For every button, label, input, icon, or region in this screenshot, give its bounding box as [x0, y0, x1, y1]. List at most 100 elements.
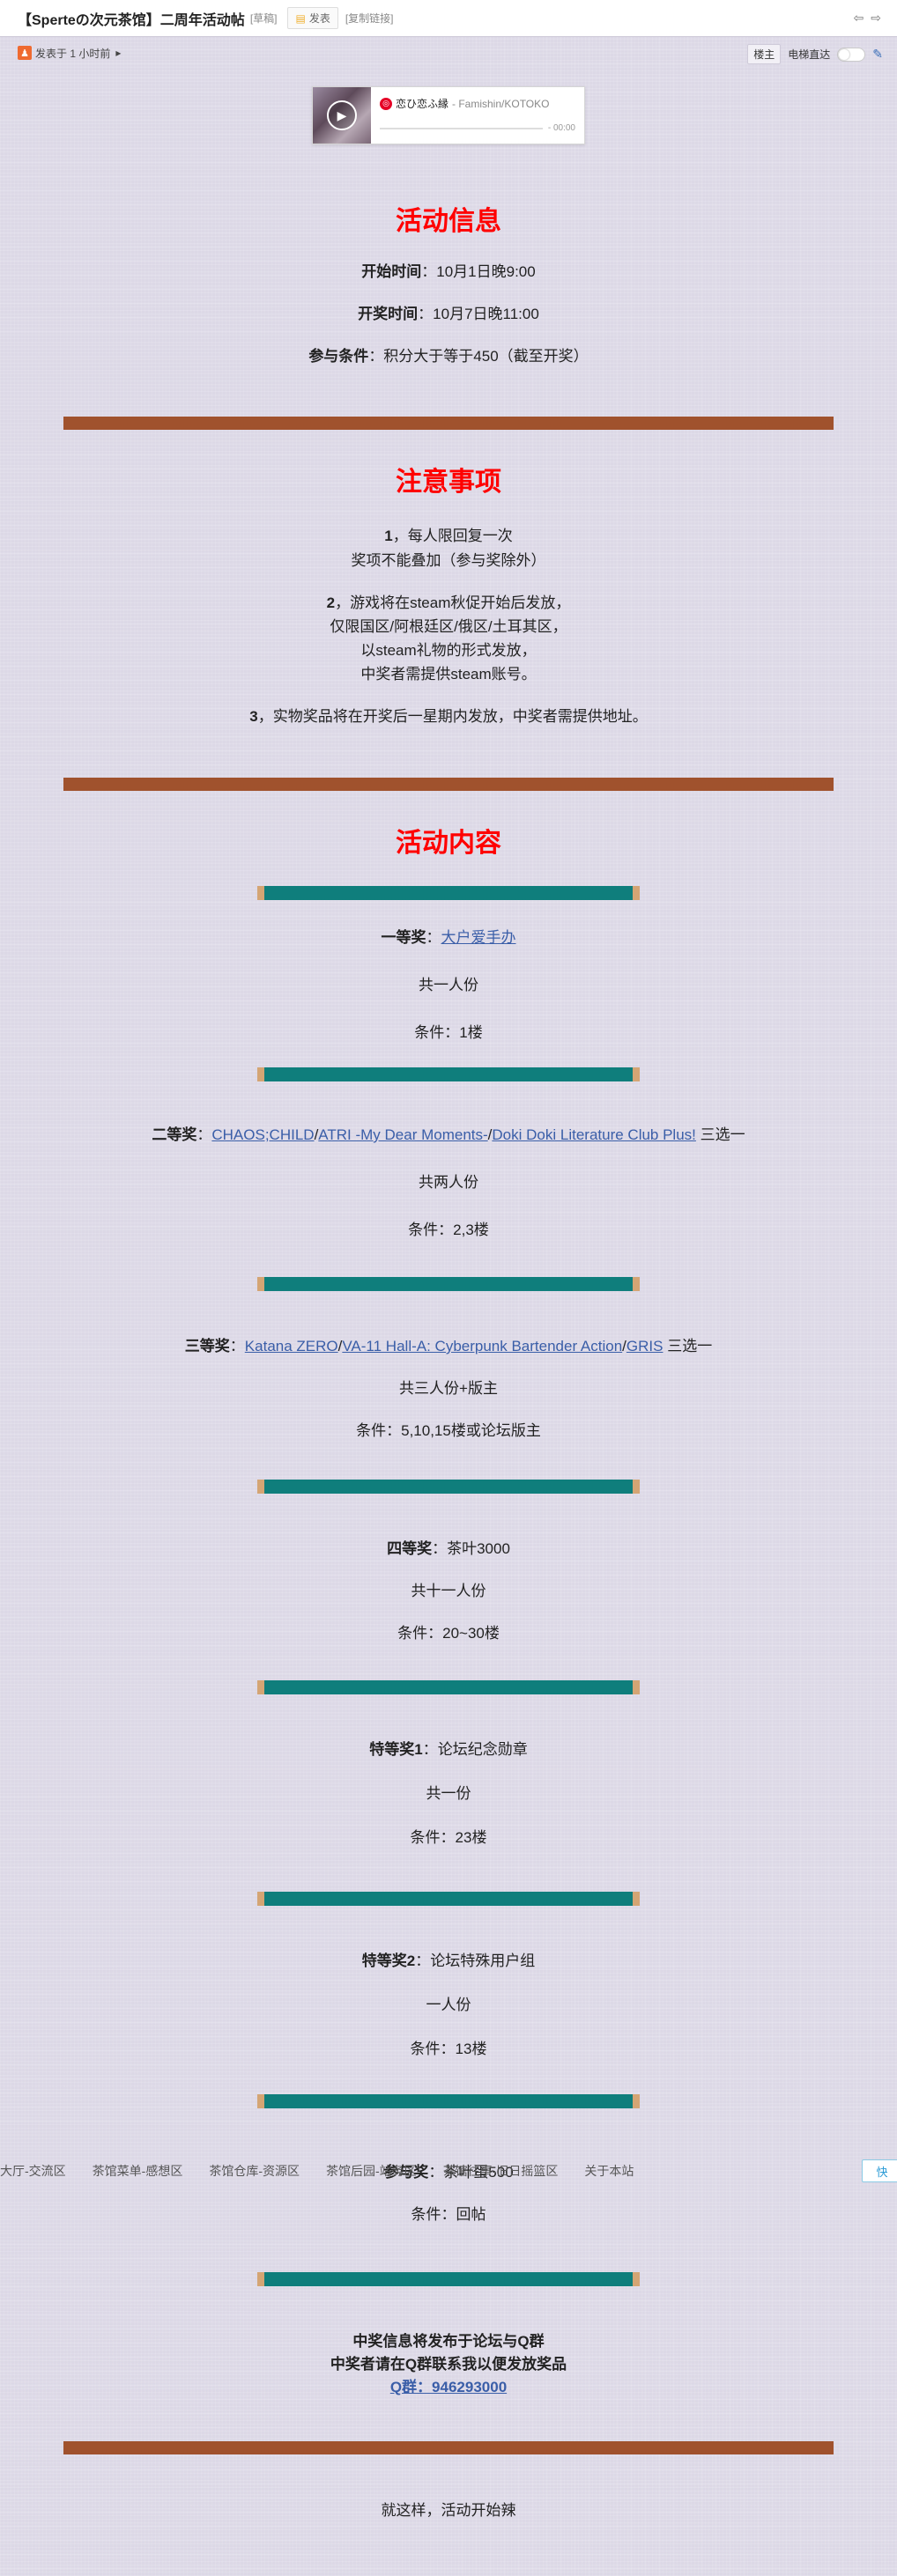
prize-3-cond: 条件：5,10,15楼或论坛版主 [356, 1422, 541, 1439]
closing-line: 就这样，活动开始辣 [381, 2502, 516, 2519]
start-label: 开始时间 [361, 263, 422, 280]
special-2-label: 特等奖2 [361, 1952, 416, 1969]
elevator-input[interactable] [837, 47, 866, 62]
prize-2-line: 二等奖：CHAOS;CHILD/ATRI -My Dear Moments-/D… [0, 1122, 897, 1144]
prize-1-count: 共一人份 [419, 977, 478, 993]
prize-3-line: 三等奖：Katana ZERO/VA-11 Hall-A: Cyberpunk … [0, 1333, 897, 1355]
prize-divider [257, 1892, 640, 1906]
condition-label: 参与条件 [308, 348, 369, 365]
prize-2-link-3[interactable]: Doki Doki Literature Club Plus! [492, 1126, 695, 1143]
special-1-value: 论坛纪念勋章 [437, 1741, 528, 1758]
draw-value: ：10月7日晚11:00 [418, 306, 539, 322]
prize-2-tail: 三选一 [695, 1126, 745, 1143]
prize-4-count: 共十一人份 [411, 1583, 486, 1599]
prize-3-link-2[interactable]: VA-11 Hall-A: Cyberpunk Bartender Action [342, 1338, 622, 1354]
section-divider [63, 778, 834, 791]
wrench-icon[interactable]: ✎ [872, 47, 883, 62]
special-2-value: 论坛特殊用户组 [430, 1952, 536, 1969]
special-1-sep: ： [422, 1741, 438, 1758]
chevron-right-icon[interactable]: ▸ [115, 47, 121, 59]
note-1b: 奖项不能叠加（参与奖除外） [351, 552, 546, 569]
note-2d: 中奖者需提供steam账号。 [360, 666, 537, 683]
prev-thread-icon[interactable]: ⇦ [854, 11, 864, 26]
prize-4-line: 四等奖：茶叶3000 [0, 1536, 897, 1558]
prize-divider [257, 1680, 640, 1694]
prize-divider [257, 886, 640, 900]
section-title-info: 活动信息 [396, 207, 501, 236]
reply-icon: ▤ [295, 11, 306, 25]
thread-nav: ⇦ ⇨ [854, 11, 881, 26]
post-time: 发表于 1 小时前 [35, 47, 111, 60]
prize-divider [257, 2094, 640, 2108]
qq-group-link[interactable]: Q群：946293000 [390, 2379, 507, 2395]
nav-item[interactable]: 茶馆菜单-感想区 [93, 2162, 183, 2180]
note-3: 3，实物奖品将在开奖后一星期内发放，中奖者需提供地址。 [0, 704, 897, 726]
participation-cond: 条件：回帖 [411, 2206, 486, 2223]
note-1a: 1，每人限回复一次 [0, 523, 897, 545]
post-meta-bar: ♟ 发表于 1 小时前 ▸ 楼主 电梯直达 ✎ [0, 41, 897, 65]
note-2-num: 2 [326, 594, 336, 611]
prize-divider [257, 1277, 640, 1291]
prize-3-sep: ： [229, 1338, 245, 1354]
prize-2-link-2[interactable]: ATRI -My Dear Moments- [318, 1126, 487, 1143]
start-time-line: 开始时间：10月1日晚9:00 [0, 259, 897, 281]
thread-title: 【Sperteの次元茶馆】二周年活动帖 [18, 12, 245, 28]
prize-1-sep: ： [426, 929, 441, 946]
song-artist: - Famishin/KOTOKO [452, 97, 550, 110]
prize-4-cond: 条件：20~30楼 [397, 1625, 500, 1642]
note-3-num: 3 [249, 708, 258, 725]
prize-divider [257, 1480, 640, 1494]
play-button[interactable]: ▶ [327, 100, 357, 130]
nav-item[interactable]: 茶馆往事-旧日摇篮区 [443, 2162, 559, 2180]
nav-item[interactable]: 茶馆后园-站务区 [326, 2162, 417, 2180]
special-1-count: 共一份 [426, 1785, 471, 1802]
qq-line: Q群：946293000 [0, 2374, 897, 2396]
reply-label: 发表 [308, 12, 330, 25]
prize-1-label: 一等奖 [381, 929, 426, 946]
quick-reply-button[interactable]: 快 [862, 2159, 897, 2182]
prize-3-count: 共三人份+版主 [399, 1380, 498, 1397]
special-2-line: 特等奖2：论坛特殊用户组 [0, 1948, 897, 1970]
section-divider [63, 417, 834, 430]
copy-link[interactable]: [复制链接] [345, 11, 394, 26]
note-2b: 仅限国区/阿根廷区/俄区/土耳其区， [330, 618, 567, 635]
prize-2-link-1[interactable]: CHAOS;CHILD [211, 1126, 314, 1143]
condition-value: ：积分大于等于450（截至开奖） [368, 348, 589, 365]
next-thread-icon[interactable]: ⇨ [871, 11, 881, 26]
user-icon: ♟ [18, 46, 32, 60]
draw-time-line: 开奖时间：10月7日晚11:00 [0, 301, 897, 323]
condition-line: 参与条件：积分大于等于450（截至开奖） [0, 343, 897, 365]
prize-divider [257, 2272, 640, 2286]
special-2-cond: 条件：13楼 [410, 2041, 487, 2057]
section-title-content: 活动内容 [396, 829, 501, 858]
nav-item[interactable]: 茶馆大厅-交流区 [0, 2162, 66, 2180]
note-3-text: ，实物奖品将在开奖后一星期内发放，中奖者需提供地址。 [257, 708, 648, 725]
special-1-line: 特等奖1：论坛纪念勋章 [0, 1737, 897, 1759]
prize-2-count: 共两人份 [419, 1174, 478, 1191]
reply-button[interactable]: ▤ 发表 [287, 7, 338, 29]
prize-3-link-3[interactable]: GRIS [626, 1338, 663, 1354]
notice-line-1: 中奖信息将发布于论坛与Q群 [352, 2333, 545, 2350]
prize-2-label: 二等奖 [152, 1126, 197, 1143]
special-1-cond: 条件：23楼 [410, 1829, 487, 1846]
thread-header: 【Sperteの次元茶馆】二周年活动帖 [草稿] ▤ 发表 [复制链接] ⇦ ⇨ [0, 0, 897, 37]
note-2-text: ，游戏将在steam秋促开始后发放， [335, 594, 571, 611]
music-player: ▶ ◎ 恋ひ恋ふ縁 - Famishin/KOTOKO - 00:00 [312, 86, 585, 144]
prize-4-sep: ： [432, 1540, 448, 1557]
prize-3-tail: 三选一 [663, 1338, 713, 1354]
netease-icon: ◎ [380, 97, 392, 110]
special-1-label: 特等奖1 [369, 1741, 423, 1758]
note-1-num: 1 [384, 528, 393, 544]
forum-nav-bar: 茶馆大厅-交流区 茶馆菜单-感想区 茶馆仓库-资源区 茶馆后园-站务区 茶馆往事… [0, 2159, 897, 2182]
nav-item[interactable]: 关于本站 [584, 2162, 634, 2180]
play-time: - 00:00 [547, 123, 575, 133]
nav-item[interactable]: 茶馆仓库-资源区 [209, 2162, 300, 2180]
special-2-sep: ： [415, 1952, 431, 1969]
prize-3-link-1[interactable]: Katana ZERO [245, 1338, 338, 1354]
song-title: 恋ひ恋ふ縁 [396, 98, 449, 110]
prize-1-link[interactable]: 大户爱手办 [441, 929, 516, 946]
owner-tag[interactable]: 楼主 [747, 44, 782, 64]
note-2a: 2，游戏将在steam秋促开始后发放， [0, 590, 897, 612]
album-cover: ▶ [313, 87, 371, 144]
progress-track[interactable] [380, 127, 543, 129]
